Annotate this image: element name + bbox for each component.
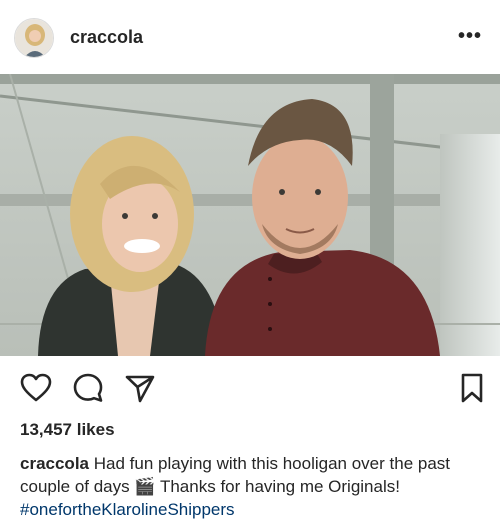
avatar[interactable] [14, 18, 54, 58]
post-photo[interactable] [0, 74, 500, 356]
action-bar [0, 360, 500, 412]
comment-icon[interactable] [72, 372, 104, 404]
post-caption: craccola Had fun playing with this hooli… [20, 452, 490, 521]
bookmark-icon[interactable] [456, 372, 488, 404]
caption-text-continued: Thanks for having me Originals! [159, 477, 400, 496]
heart-icon[interactable] [20, 372, 52, 404]
hashtag-link[interactable]: #onefortheKlarolineShippers [20, 500, 235, 519]
post-header: craccola ••• [0, 0, 500, 74]
clapperboard-emoji: 🎬 [134, 477, 156, 496]
send-icon[interactable] [124, 372, 156, 404]
more-options-icon[interactable]: ••• [458, 26, 482, 50]
username[interactable]: craccola [70, 27, 143, 48]
like-count[interactable]: 13,457 likes [20, 420, 115, 440]
caption-username[interactable]: craccola [20, 454, 89, 473]
